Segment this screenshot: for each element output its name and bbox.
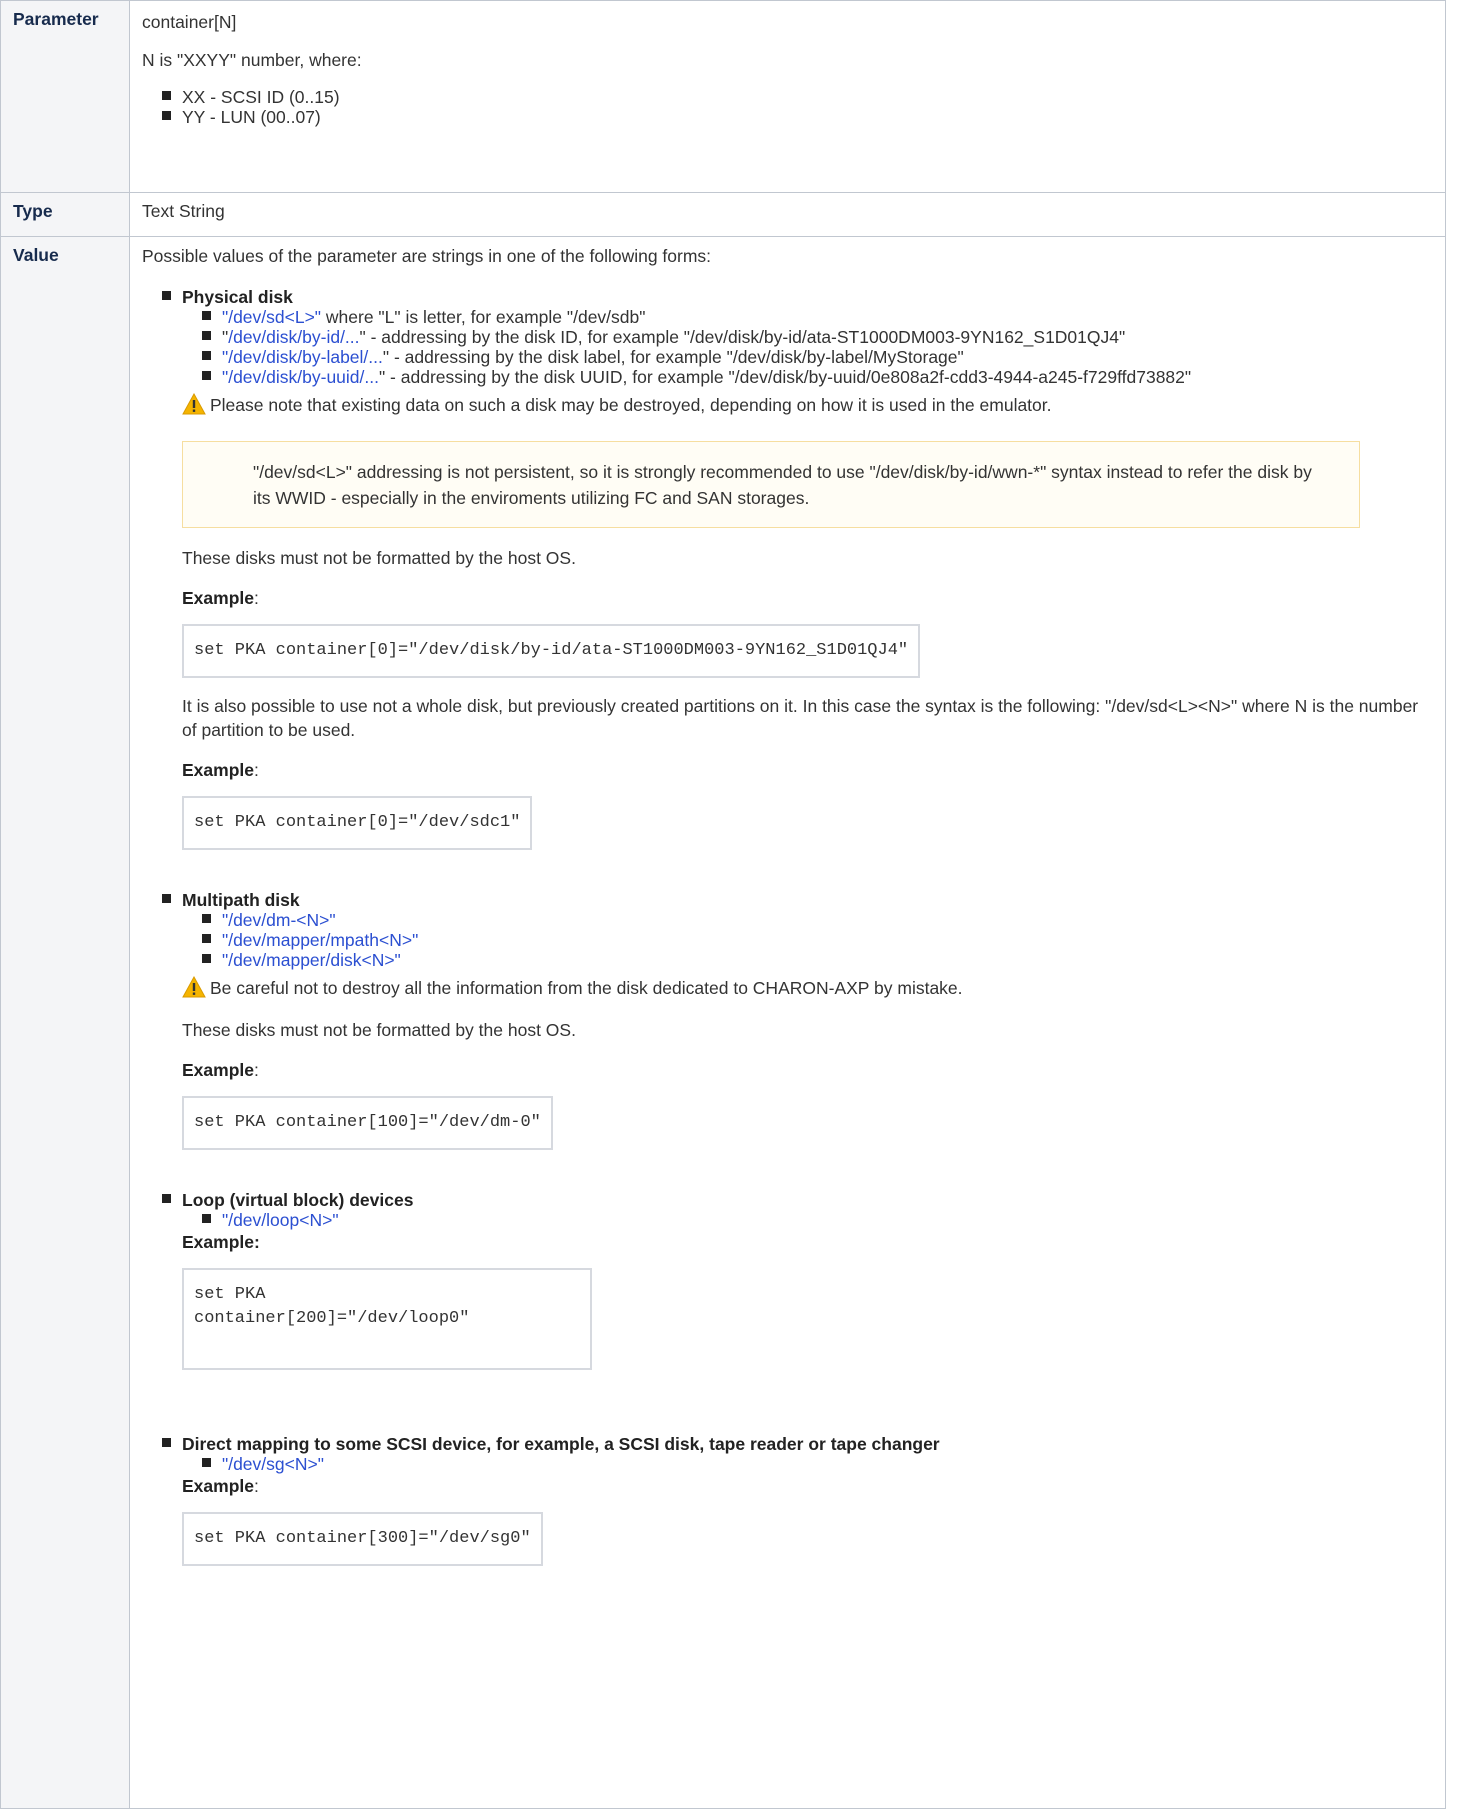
physical-link-sd[interactable]: "/dev/sd<L>" [222, 307, 321, 327]
list-item-text: " - addressing by the disk label, for ex… [382, 347, 964, 367]
direct-section: Direct mapping to some SCSI device, for … [160, 1434, 1433, 1474]
list-item: "/dev/dm-<N>" [200, 910, 1433, 930]
example-colon: : [253, 760, 259, 780]
direct-list: "/dev/sg<N>" [182, 1454, 1433, 1474]
list-item: "/dev/mapper/mpath<N>" [200, 930, 1433, 950]
type-row: Type Text String [0, 192, 1446, 237]
warning-icon [182, 976, 206, 998]
code-block: set PKA container[0]="/dev/disk/by-id/at… [182, 624, 921, 678]
multipath-warning: Be careful not to destroy all the inform… [142, 976, 1433, 1000]
value-row: Value Possible values of the parameter a… [0, 236, 1446, 1809]
physical-title: Physical disk [182, 287, 293, 307]
example-colon: : [253, 1060, 259, 1080]
list-item-text: " - addressing by the disk ID, for examp… [359, 327, 1126, 347]
note-box: "/dev/sd<L>" addressing is not persisten… [182, 441, 1360, 528]
example-colon: : [253, 588, 259, 608]
physical-section: Physical disk "/dev/sd<L>" where "L" is … [160, 287, 1433, 387]
loop-example-heading: Example: [182, 1232, 260, 1252]
direct-link[interactable]: "/dev/sg<N>" [222, 1454, 324, 1474]
list-item: "/dev/mapper/disk<N>" [200, 950, 1433, 970]
type-header: Type [0, 192, 130, 237]
list-item: "/dev/loop<N>" [200, 1210, 1433, 1230]
physical-link-by-label[interactable]: "/dev/disk/by-label/... [222, 347, 383, 367]
value-intro: Possible values of the parameter are str… [142, 246, 712, 266]
loop-list: "/dev/loop<N>" [182, 1210, 1433, 1230]
code-block: set PKA container[0]="/dev/sdc1" [182, 796, 533, 850]
list-item-text: " - addressing by the disk UUID, for exa… [378, 367, 1192, 387]
list-item: "/dev/sg<N>" [200, 1454, 1433, 1474]
example-label: Example [182, 760, 254, 780]
type-value: Text String [129, 192, 1446, 237]
physical-link-by-uuid[interactable]: "/dev/disk/by-uuid/... [222, 367, 379, 387]
list-item: YY - LUN (00..07) [160, 107, 1433, 127]
parameter-row: Parameter container[N] N is "XXYY" numbe… [0, 0, 1446, 193]
value-header: Value [0, 236, 130, 1809]
parameter-header: Parameter [0, 0, 130, 193]
parameter-list: XX - SCSI ID (0..15) YY - LUN (00..07) [160, 87, 1433, 127]
partition-text: It is also possible to use not a whole d… [182, 696, 1419, 740]
physical-warning: Please note that existing data on such a… [142, 393, 1433, 417]
direct-title-item: Direct mapping to some SCSI device, for … [160, 1434, 1433, 1474]
multipath-title-item: Multipath disk "/dev/dm-<N>" "/dev/mappe… [160, 890, 1433, 970]
multipath-no-format: These disks must not be formatted by the… [182, 1020, 576, 1040]
multipath-link-mpath[interactable]: "/dev/mapper/mpath<N>" [222, 930, 418, 950]
physical-warning-text: Please note that existing data on such a… [210, 395, 1052, 415]
example-label: Example [182, 1060, 254, 1080]
multipath-title: Multipath disk [182, 890, 300, 910]
physical-example2-heading: Example: [182, 758, 1433, 782]
code-block: set PKA container[200]="/dev/loop0" [182, 1268, 592, 1370]
list-item-text: where "L" is letter, for example "/dev/s… [321, 307, 646, 327]
example-label: Example [182, 1476, 254, 1496]
list-item: XX - SCSI ID (0..15) [160, 87, 1433, 107]
loop-title: Loop (virtual block) devices [182, 1190, 414, 1210]
multipath-warning-text: Be careful not to destroy all the inform… [210, 978, 963, 998]
parameter-desc: N is "XXYY" number, where: [142, 50, 362, 70]
example-colon: : [253, 1476, 259, 1496]
page: Parameter container[N] N is "XXYY" numbe… [0, 0, 1460, 1809]
multipath-section: Multipath disk "/dev/dm-<N>" "/dev/mappe… [160, 890, 1433, 970]
parameter-cell: container[N] N is "XXYY" number, where: … [129, 0, 1446, 193]
list-item: "/dev/disk/by-id/..." - addressing by th… [200, 327, 1433, 347]
value-cell: Possible values of the parameter are str… [129, 236, 1446, 1809]
list-item: "/dev/sd<L>" where "L" is letter, for ex… [200, 307, 1433, 327]
direct-example-heading: Example: [182, 1474, 1433, 1498]
list-item: "/dev/disk/by-label/..." - addressing by… [200, 347, 1433, 367]
parameter-name: container[N] [142, 12, 237, 32]
physical-list: "/dev/sd<L>" where "L" is letter, for ex… [182, 307, 1433, 387]
list-item: "/dev/disk/by-uuid/..." - addressing by … [200, 367, 1433, 387]
example-label: Example [182, 588, 254, 608]
code-block: set PKA container[300]="/dev/sg0" [182, 1512, 543, 1566]
loop-section: Loop (virtual block) devices "/dev/loop<… [160, 1190, 1433, 1230]
multipath-link-dm[interactable]: "/dev/dm-<N>" [222, 910, 336, 930]
physical-title-item: Physical disk "/dev/sd<L>" where "L" is … [160, 287, 1433, 387]
multipath-example-heading: Example: [182, 1058, 1433, 1082]
loop-link[interactable]: "/dev/loop<N>" [222, 1210, 339, 1230]
physical-example-heading: Example: [182, 586, 1433, 610]
direct-title: Direct mapping to some SCSI device, for … [182, 1434, 940, 1454]
loop-title-item: Loop (virtual block) devices "/dev/loop<… [160, 1190, 1433, 1230]
parameter-table: Parameter container[N] N is "XXYY" numbe… [0, 0, 1446, 1809]
warning-icon [182, 393, 206, 415]
multipath-link-disk[interactable]: "/dev/mapper/disk<N>" [222, 950, 401, 970]
physical-no-format: These disks must not be formatted by the… [182, 548, 576, 568]
physical-link-by-id[interactable]: /dev/disk/by-id/... [228, 327, 359, 347]
multipath-list: "/dev/dm-<N>" "/dev/mapper/mpath<N>" "/d… [182, 910, 1433, 970]
code-block: set PKA container[100]="/dev/dm-0" [182, 1096, 553, 1150]
